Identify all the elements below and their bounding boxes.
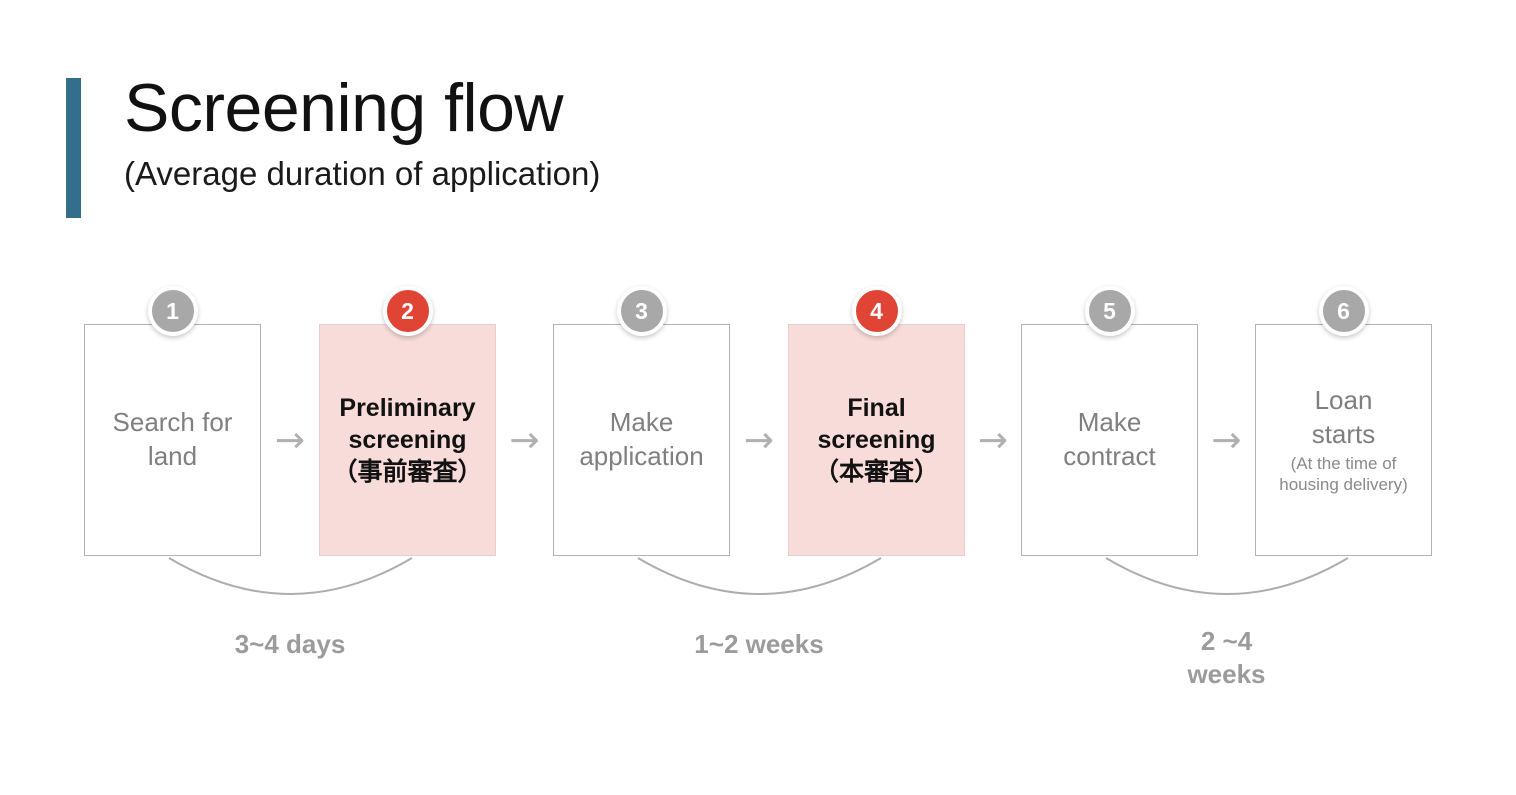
duration-label-3: 2 ~4 weeks: [1187, 626, 1266, 689]
duration-label-2: 1~2 weeks: [694, 629, 824, 659]
step-number-badge-1: 1: [147, 286, 198, 336]
flow-step-2-text: Preliminary screening （事前審査）: [320, 392, 495, 489]
flow-arrow-icon-5: →: [1211, 420, 1242, 461]
screening-flow-diagram: Search for land Preliminary screening （事…: [0, 0, 1516, 795]
flow-arrow-icon-1: →: [274, 420, 306, 461]
flow-step-5: Make contract: [1021, 324, 1198, 556]
flow-step-3-text: Make application: [554, 406, 729, 475]
flow-step-6-sublabel: (At the time of housing delivery): [1279, 454, 1408, 495]
flow-step-6-text: Loan starts (At the time of housing deli…: [1256, 384, 1431, 495]
flow-step-6-label: Loan starts: [1311, 385, 1376, 450]
flow-step-5-label: Make contract: [1063, 406, 1156, 471]
duration-label-1: 3~4 days: [234, 629, 346, 659]
flow-step-1: Search for land: [84, 324, 261, 556]
step-number-badge-5: 5: [1084, 286, 1135, 336]
flow-arrow-icon-2: →: [509, 420, 540, 461]
flow-step-1-label: Search for land: [112, 406, 233, 471]
flow-step-2: Preliminary screening （事前審査）: [319, 324, 496, 556]
flow-step-6: Loan starts (At the time of housing deli…: [1255, 324, 1432, 556]
flow-step-4-label: Final screening （本審査）: [813, 393, 939, 486]
flow-arrow-icon-4: →: [977, 420, 1009, 461]
flow-step-4: Final screening （本審査）: [788, 324, 965, 556]
flow-step-3: Make application: [553, 324, 730, 556]
flow-step-1-text: Search for land: [85, 406, 260, 475]
step-number-badge-6: 6: [1318, 286, 1369, 336]
step-number-badge-2: 2: [382, 286, 433, 336]
flow-step-5-text: Make contract: [1022, 406, 1197, 475]
step-number-badge-4: 4: [851, 286, 902, 336]
flow-step-3-label: Make application: [579, 406, 704, 471]
duration-arc-2: [636, 557, 882, 595]
duration-arc-1: [167, 557, 413, 595]
step-number-badge-3: 3: [616, 286, 667, 336]
duration-arc-3: [1104, 557, 1349, 595]
flow-step-4-text: Final screening （本審査）: [789, 392, 964, 489]
flow-arrow-icon-3: →: [743, 420, 775, 461]
flow-step-2-label: Preliminary screening （事前審査）: [332, 393, 483, 486]
